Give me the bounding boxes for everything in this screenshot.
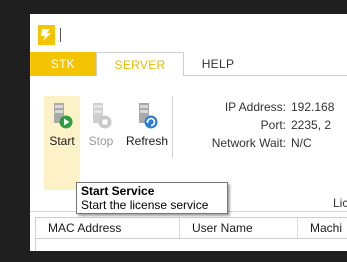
tab-help[interactable]: HELP — [184, 52, 252, 76]
background-frame-bottom — [0, 251, 347, 262]
refresh-button-label: Refresh — [125, 134, 169, 148]
background-frame-left — [0, 0, 30, 262]
column-user-name[interactable]: User Name — [180, 218, 298, 238]
license-panel-label: Lic — [333, 196, 347, 210]
server-info-values: 192.168 2235, 2 N/C — [291, 98, 334, 152]
stop-icon — [90, 102, 112, 130]
network-wait-value: N/C — [291, 136, 312, 150]
server-info-labels: IP Address: Port: Network Wait: — [182, 98, 286, 152]
ip-address-value: 192.168 — [291, 100, 335, 114]
refresh-icon — [136, 102, 158, 130]
tab-stk[interactable]: STK — [30, 52, 96, 76]
license-table-body — [35, 239, 347, 251]
ribbon-separator — [172, 96, 173, 158]
background-frame-top — [0, 0, 347, 14]
title-separator — [60, 28, 61, 42]
column-machine[interactable]: Machi — [298, 218, 347, 238]
stop-button-label: Stop — [88, 134, 114, 148]
column-mac-address[interactable]: MAC Address — [36, 218, 180, 238]
ribbon-panel: Start Stop Refresh IP Address: Port: Net… — [30, 76, 347, 193]
start-play-icon — [51, 102, 73, 130]
tab-server[interactable]: SERVER — [96, 52, 184, 77]
refresh-button[interactable]: Refresh — [122, 96, 172, 190]
app-window: STK SERVER HELP Start Stop Refresh IP Ad… — [30, 14, 347, 251]
network-wait-label: Network Wait: — [211, 136, 286, 150]
tooltip-description: Start the license service — [81, 198, 209, 212]
start-button-label: Start — [49, 134, 75, 148]
ip-address-label: IP Address: — [224, 100, 286, 114]
stop-button[interactable]: Stop — [82, 96, 120, 190]
start-button[interactable]: Start — [44, 96, 80, 190]
tooltip-title: Start Service — [81, 184, 155, 198]
license-table-header: MAC Address User Name Machi — [35, 217, 347, 239]
start-service-tooltip: Start Service Start the license service — [76, 182, 228, 214]
title-bar — [30, 14, 347, 52]
ribbon-tab-strip: STK SERVER HELP — [30, 52, 347, 77]
port-label: Port: — [260, 118, 286, 132]
app-logo-icon — [38, 25, 55, 45]
port-value: 2235, 2 — [291, 118, 332, 132]
